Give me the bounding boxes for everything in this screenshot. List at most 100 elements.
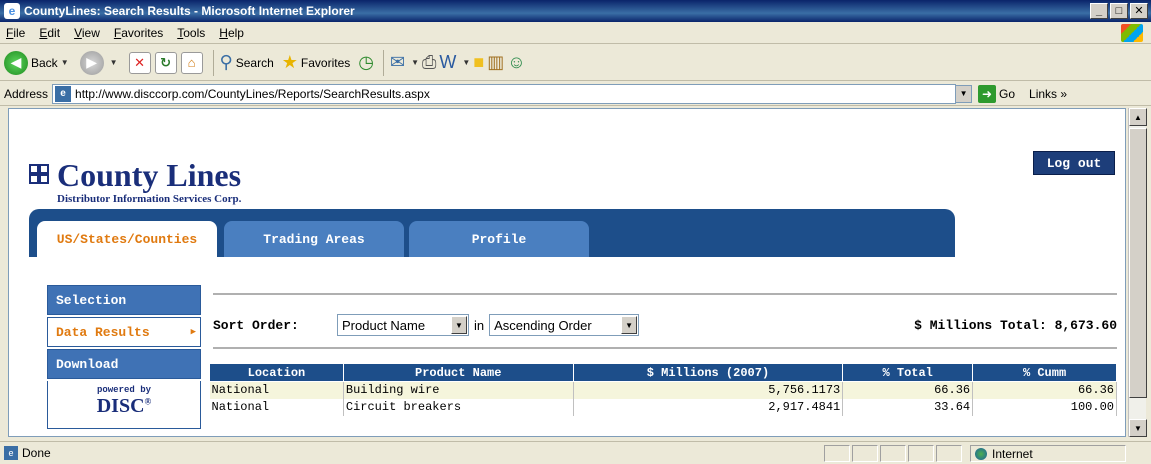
disc-registered: ® [144, 396, 152, 407]
column-header-location[interactable]: Location [209, 363, 344, 382]
status-panel [908, 445, 934, 462]
nav-data-results[interactable]: Data Results ▶ [47, 317, 201, 347]
cell-product: Circuit breakers [343, 398, 574, 416]
scroll-thumb[interactable] [1129, 128, 1147, 398]
cell-millions: 2,917.4841 [573, 398, 844, 416]
cell-pct-total: 66.36 [842, 381, 974, 399]
nav-download-label: Download [56, 356, 119, 372]
messenger-icon[interactable]: ☺ [507, 52, 525, 73]
toolbar: ◀ Back ▼ ▶ ▼ ✕ ↻ ⌂ ⚲ Search ★ Favorites … [0, 45, 1151, 81]
window-title-bar: e CountyLines: Search Results - Microsof… [0, 0, 1151, 22]
logo-mark-icon [29, 164, 51, 186]
in-label: in [474, 317, 485, 333]
sort-order-label: Sort Order: [213, 317, 299, 333]
stop-icon[interactable]: ✕ [128, 51, 151, 74]
cell-location: National [209, 381, 344, 399]
edit-dropdown-icon[interactable]: ▼ [462, 58, 470, 67]
back-button[interactable]: ◀ Back ▼ [4, 50, 72, 75]
address-label: Address [4, 86, 49, 101]
status-panel [936, 445, 962, 462]
search-button[interactable]: ⚲ Search [220, 52, 274, 73]
vertical-scrollbar[interactable]: ▲ ▼ [1128, 108, 1147, 437]
ie-icon: e [4, 3, 20, 19]
print-icon[interactable]: ⎙ [422, 52, 436, 73]
edit-word-icon[interactable]: W [439, 52, 456, 73]
tab-profile[interactable]: Profile [409, 221, 589, 257]
address-dropdown-icon[interactable]: ▼ [956, 84, 973, 103]
address-field[interactable]: e [52, 83, 957, 104]
logout-button[interactable]: Log out [1033, 151, 1115, 175]
menu-edit[interactable]: Edit [39, 26, 60, 40]
windows-logo-icon [1121, 24, 1143, 42]
status-panel [880, 445, 906, 462]
disc-brand: DISC [96, 395, 145, 417]
scroll-up-icon[interactable]: ▲ [1129, 108, 1147, 126]
page-done-icon: e [4, 446, 18, 460]
toolbar-separator [382, 49, 384, 76]
side-nav: Selection Data Results ▶ Download powered… [47, 285, 201, 429]
menu-view[interactable]: View [74, 26, 100, 40]
address-bar: Address e ▼ ➜ Go Links » [0, 82, 1151, 106]
nav-download[interactable]: Download [47, 349, 201, 379]
forward-button[interactable]: ▶ ▼ [79, 50, 121, 75]
menu-bar: File Edit View Favorites Tools Help [0, 22, 1151, 44]
sort-order-value: Ascending Order [494, 317, 592, 333]
window-title: CountyLines: Search Results - Microsoft … [24, 4, 355, 18]
maximize-button[interactable]: □ [1110, 3, 1128, 19]
back-arrow-icon: ◀ [4, 50, 28, 75]
sort-field-select[interactable]: Product Name ▼ [337, 314, 469, 336]
status-bar: e Done Internet [0, 441, 1151, 464]
tab-us-states-counties[interactable]: US/States/Counties [37, 221, 217, 257]
divider [213, 293, 1117, 295]
discuss-icon[interactable]: ■ [473, 52, 484, 73]
powered-by-label: powered by [96, 385, 151, 395]
internet-globe-icon [975, 447, 987, 460]
menu-help[interactable]: Help [219, 26, 244, 40]
status-panel [852, 445, 878, 462]
sort-row: Sort Order: Product Name ▼ in Ascending … [213, 312, 1117, 338]
table-row: National Circuit breakers 2,917.4841 33.… [209, 398, 1117, 416]
menu-file[interactable]: File [6, 26, 25, 40]
millions-total: $ Millions Total: 8,673.60 [914, 317, 1117, 333]
mail-dropdown-icon[interactable]: ▼ [411, 58, 419, 67]
tab-bar: US/States/Counties Trading Areas Profile [29, 209, 955, 257]
search-label: Search [235, 55, 274, 70]
column-header-product[interactable]: Product Name [342, 363, 574, 382]
cell-pct-total: 33.64 [842, 398, 974, 416]
menu-tools[interactable]: Tools [177, 26, 205, 40]
sort-order-select[interactable]: Ascending Order ▼ [489, 314, 640, 336]
forward-arrow-icon: ▶ [79, 50, 104, 75]
address-input[interactable] [75, 86, 956, 101]
tab-trading-areas[interactable]: Trading Areas [224, 221, 404, 257]
menu-favorites[interactable]: Favorites [114, 26, 163, 40]
sort-field-value: Product Name [342, 317, 426, 333]
chevron-down-icon: ▼ [621, 316, 638, 334]
close-button[interactable]: ✕ [1130, 3, 1148, 19]
zone-label: Internet [992, 446, 1033, 461]
refresh-icon[interactable]: ↻ [154, 51, 177, 74]
nav-selection-label: Selection [56, 292, 127, 308]
chevron-right-icon: ▶ [190, 327, 196, 337]
cell-pct-cumm: 66.36 [972, 381, 1117, 399]
mail-icon[interactable]: ✉ [390, 52, 405, 73]
minimize-button[interactable]: _ [1090, 3, 1108, 19]
favorites-button[interactable]: ★ Favorites [282, 52, 351, 73]
history-icon[interactable]: ◷ [358, 52, 374, 73]
column-header-pct-cumm[interactable]: % Cumm [972, 363, 1117, 382]
security-zone: Internet [970, 445, 1126, 462]
forward-dropdown-icon[interactable]: ▼ [110, 58, 118, 67]
scroll-down-icon[interactable]: ▼ [1129, 419, 1147, 437]
divider [213, 347, 1117, 349]
nav-data-results-label: Data Results [56, 324, 150, 340]
back-dropdown-icon[interactable]: ▼ [61, 58, 69, 67]
column-header-millions[interactable]: $ Millions (2007) [572, 363, 844, 382]
nav-selection[interactable]: Selection [47, 285, 201, 315]
column-header-pct-total[interactable]: % Total [842, 363, 974, 382]
research-icon[interactable]: ▥ [487, 52, 504, 73]
disc-logo: DISC® [48, 395, 200, 418]
home-icon[interactable]: ⌂ [180, 51, 203, 74]
status-text: Done [22, 446, 51, 460]
links-button[interactable]: Links » [1029, 87, 1067, 101]
page-icon: e [55, 85, 72, 102]
go-button[interactable]: ➜ Go [978, 84, 1015, 103]
